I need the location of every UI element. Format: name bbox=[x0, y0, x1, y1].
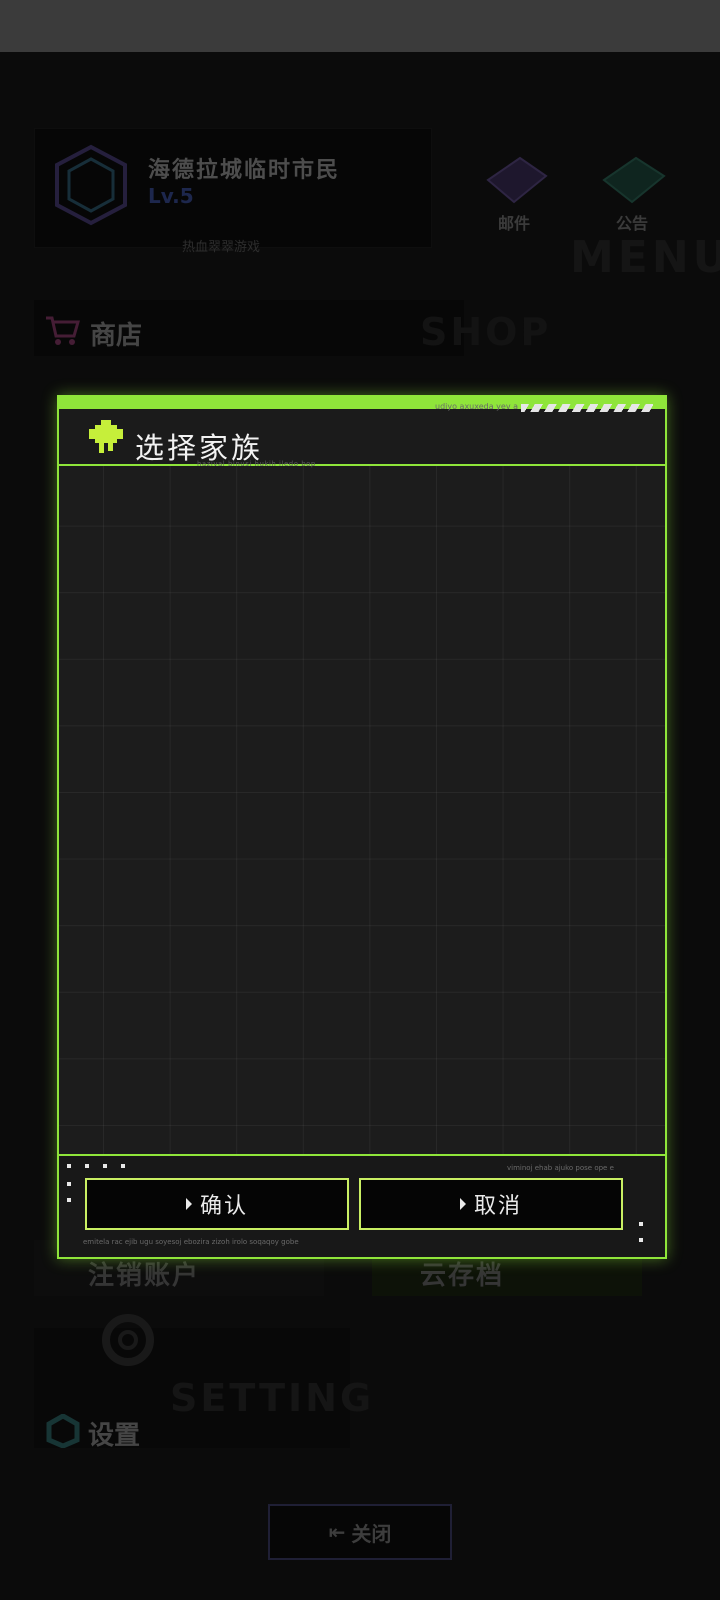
confirm-label: 确认 bbox=[199, 1194, 248, 1219]
hazard-stripes bbox=[521, 404, 653, 412]
footer-code: viminoj ehab ajuko pose ope e bbox=[507, 1164, 614, 1172]
header-code: udiyo axuxeda yev a bbox=[435, 402, 519, 411]
clan-list-area[interactable] bbox=[59, 466, 665, 1154]
deco-dot bbox=[67, 1198, 71, 1202]
top-strip bbox=[0, 0, 720, 52]
footer-note: emitela rac ejib ugu soyesoj ebozira ziz… bbox=[83, 1238, 299, 1246]
cancel-label: 取消 bbox=[473, 1194, 522, 1219]
deco-dot bbox=[67, 1182, 71, 1186]
play-arrow-icon bbox=[185, 1198, 192, 1210]
deco-dot bbox=[103, 1164, 107, 1168]
clan-puzzle-icon bbox=[89, 420, 123, 453]
dialog-footer: viminoj ehab ajuko pose ope e 确认 取消 emit… bbox=[59, 1154, 665, 1257]
dialog-header: 选择家族 hazival binusi hukih iledo bop udiy… bbox=[59, 402, 665, 468]
confirm-button[interactable]: 确认 bbox=[85, 1178, 349, 1230]
deco-dot bbox=[639, 1238, 643, 1242]
deco-dot bbox=[85, 1164, 89, 1168]
deco-dot bbox=[121, 1164, 125, 1168]
play-arrow-icon bbox=[459, 1198, 466, 1210]
cancel-button[interactable]: 取消 bbox=[359, 1178, 623, 1230]
select-clan-dialog: 选择家族 hazival binusi hukih iledo bop udiy… bbox=[57, 395, 667, 1259]
deco-dot bbox=[639, 1222, 643, 1226]
deco-dot bbox=[67, 1164, 71, 1168]
